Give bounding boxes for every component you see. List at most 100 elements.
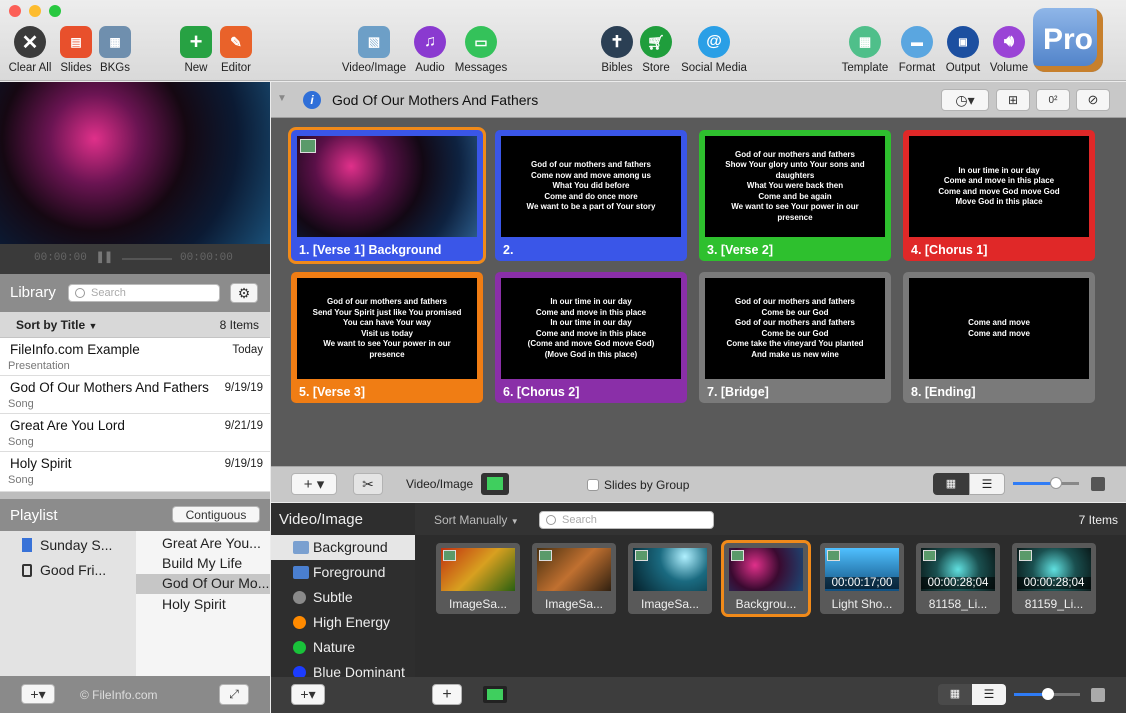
- disable-icon[interactable]: ⊘: [1076, 89, 1110, 111]
- contiguous-button[interactable]: Contiguous: [172, 506, 260, 523]
- add-category-button[interactable]: +▾: [291, 684, 325, 705]
- media-category[interactable]: Nature: [271, 635, 415, 660]
- template-button[interactable]: ▦ Template: [838, 26, 892, 74]
- media-category[interactable]: High Energy: [271, 610, 415, 635]
- library-item-title: Holy Spirit: [10, 456, 72, 471]
- store-button[interactable]: 🛒︎ Store: [639, 26, 673, 74]
- info-icon[interactable]: i: [303, 91, 321, 109]
- slide-thumbnail[interactable]: Come and move Come and move 8. [Ending]: [903, 272, 1095, 403]
- scissors-icon[interactable]: ✂: [353, 473, 383, 495]
- clear-all-button[interactable]: ✕ Clear All: [6, 26, 54, 74]
- scrubber[interactable]: [122, 258, 172, 260]
- slide-thumbnail[interactable]: God of our mothers and fathers Send Your …: [291, 272, 483, 403]
- playlist-group-label: Good Fri...: [40, 562, 107, 578]
- playlist-song-selected[interactable]: God Of Our Mo...: [162, 575, 269, 591]
- media-cue-button[interactable]: [483, 686, 507, 703]
- slide-thumbnail[interactable]: In our time in our day Come and move in t…: [903, 130, 1095, 261]
- bible-icon: ✝: [601, 26, 633, 58]
- playlist-song[interactable]: Great Are You...: [162, 535, 261, 551]
- playlist-groups: Sunday S... Good Fri...: [0, 531, 136, 676]
- grid-view-icon[interactable]: ▦: [938, 684, 972, 705]
- format-button[interactable]: ▬ Format: [896, 26, 938, 74]
- slide-lyric-line: We want to be a part of Your story: [526, 202, 656, 212]
- slide-thumbnail[interactable]: In our time in our day Come and move in t…: [495, 272, 687, 403]
- media-thumbnail[interactable]: ImageSa...: [532, 543, 616, 614]
- library-item-title: FileInfo.com Example: [10, 342, 140, 357]
- close-window-button[interactable]: [9, 5, 21, 17]
- playlist-song[interactable]: Holy Spirit: [162, 596, 226, 612]
- library-search-input[interactable]: Search: [68, 284, 220, 302]
- playlist-song[interactable]: Build My Life: [162, 555, 242, 571]
- editor-button[interactable]: ✎ Editor: [218, 26, 254, 74]
- sort-by-title-button[interactable]: Sort by Title ▼: [16, 318, 97, 332]
- minimize-window-button[interactable]: [29, 5, 41, 17]
- media-thumbnail[interactable]: ImageSa...: [436, 543, 520, 614]
- slide-lyric-line: We want to see Your power in our: [323, 339, 451, 348]
- slide-label: 5. [Verse 3]: [299, 385, 366, 399]
- library-item[interactable]: FileInfo.com Example Presentation Today: [0, 338, 270, 376]
- media-thumbnail[interactable]: 00:00:17;00 Light Sho...: [820, 543, 904, 614]
- slide-lyric-line: What You did before: [552, 181, 630, 191]
- add-slide-button[interactable]: + ▾: [291, 473, 337, 495]
- slide-lyric-line: (Come and move God move God): [527, 339, 655, 348]
- splitter[interactable]: [0, 492, 270, 499]
- media-category[interactable]: Foreground: [271, 560, 415, 585]
- time-elapsed: 00:00:00: [34, 252, 87, 264]
- output-button[interactable]: ▣ Output: [942, 26, 984, 74]
- social-media-button[interactable]: @ Social Media: [679, 26, 749, 74]
- presentation-header: ▼ i God Of Our Mothers And Fathers ◷▾ ⊞ …: [271, 82, 1126, 118]
- media-thumbnail[interactable]: 00:00:28;04 81158_Li...: [916, 543, 1000, 614]
- media-cue-button[interactable]: [481, 473, 509, 495]
- slide-label: 6. [Chorus 2]: [503, 385, 580, 399]
- bibles-button[interactable]: ✝ Bibles: [599, 26, 635, 74]
- toolbar: ✕ Clear All ▤ Slides ▦ BKGs + New ✎ Editor ▧ V…: [0, 0, 1126, 81]
- messages-button[interactable]: ▭ Messages: [454, 26, 508, 74]
- add-media-button[interactable]: +: [432, 684, 462, 705]
- arrangement-icon[interactable]: ⊞: [996, 89, 1030, 111]
- slides-by-group-checkbox[interactable]: [587, 479, 599, 491]
- folder-icon: [293, 566, 309, 579]
- template-icon: ▦: [849, 26, 881, 58]
- slide-lyric-line: Come and move God move God: [938, 186, 1060, 196]
- zoom-slider-knob[interactable]: [1042, 688, 1054, 700]
- add-playlist-button[interactable]: +▾: [21, 684, 55, 704]
- library-settings-gear-icon[interactable]: ⚙: [230, 283, 258, 303]
- sort-manually-button[interactable]: Sort Manually ▼: [434, 513, 519, 527]
- zoom-slider-track[interactable]: [1013, 482, 1079, 485]
- playlist-group[interactable]: Good Fri...: [22, 562, 106, 578]
- list-view-icon[interactable]: ☰: [969, 473, 1005, 495]
- video-image-button[interactable]: ▧ Video/Image: [340, 26, 408, 74]
- slide-thumbnail[interactable]: God of our mothers and fathers Come be ou…: [699, 272, 891, 403]
- clear-slides-button[interactable]: ▤ Slides: [58, 26, 94, 74]
- slide-thumbnail[interactable]: God of our mothers and fathers Come now a…: [495, 130, 687, 261]
- slide-screen: God of our mothers and fathers Come now a…: [501, 136, 681, 237]
- media-thumbnail[interactable]: ImageSa...: [628, 543, 712, 614]
- collapse-triangle-icon[interactable]: ▼: [277, 93, 287, 104]
- media-duration: 00:00:28;04: [1017, 577, 1091, 589]
- new-button[interactable]: + New: [180, 26, 212, 74]
- playlist-group[interactable]: Sunday S...: [22, 537, 112, 553]
- library-item[interactable]: God Of Our Mothers And Fathers Song 9/19/1…: [0, 376, 270, 414]
- media-category[interactable]: Background: [271, 535, 415, 560]
- slide-thumbnail[interactable]: 1. [Verse 1] Background: [291, 130, 483, 261]
- expand-icon[interactable]: ⤢: [219, 684, 249, 705]
- media-category[interactable]: Subtle: [271, 585, 415, 610]
- library-item[interactable]: Great Are You Lord Song 9/21/19: [0, 414, 270, 452]
- library-item[interactable]: Holy Spirit Song 9/19/19: [0, 452, 270, 492]
- list-view-icon[interactable]: ☰: [972, 684, 1006, 705]
- media-thumbnail[interactable]: 00:00:28;04 81159_Li...: [1012, 543, 1096, 614]
- media-search-input[interactable]: Search: [539, 511, 714, 529]
- video-image-icon: ▧: [358, 26, 390, 58]
- numbering-icon[interactable]: 0²: [1036, 89, 1070, 111]
- timer-clock-icon[interactable]: ◷▾: [941, 89, 989, 111]
- zoom-slider-knob[interactable]: [1050, 477, 1062, 489]
- media-thumbnail[interactable]: Backgrou...: [724, 543, 808, 614]
- volume-button[interactable]: 🔊︎ Volume: [988, 26, 1030, 74]
- grid-view-icon[interactable]: ▦: [933, 473, 969, 495]
- zoom-window-button[interactable]: [49, 5, 61, 17]
- clear-bkgs-button[interactable]: ▦ BKGs: [98, 26, 132, 74]
- slide-thumbnail[interactable]: God of our mothers and fathers Show Your …: [699, 130, 891, 261]
- pause-icon[interactable]: ❚❚: [96, 249, 113, 266]
- audio-button[interactable]: ♫ Audio: [412, 26, 448, 74]
- format-label: Format: [898, 62, 936, 74]
